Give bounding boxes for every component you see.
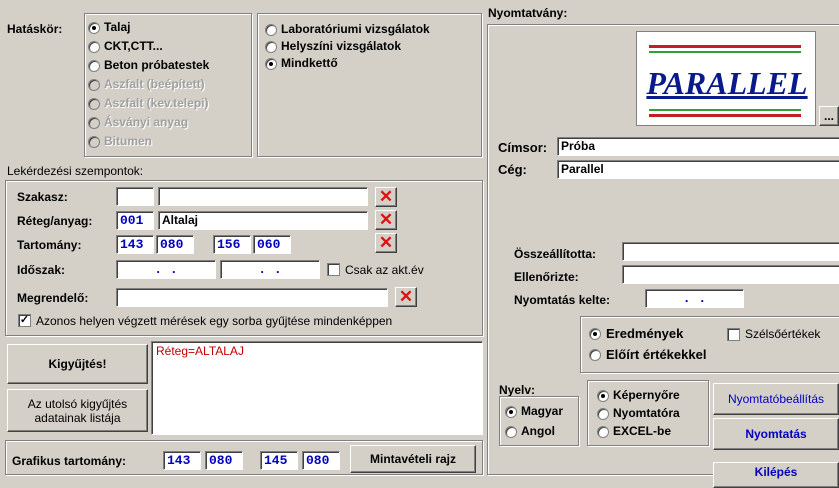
extreme-values-checkbox[interactable]: [727, 328, 740, 341]
logo-browse-button[interactable]: ...: [819, 106, 839, 126]
range-from-km[interactable]: 143: [116, 235, 154, 254]
results-group: [580, 316, 839, 373]
scope-label: Hatáskör:: [7, 22, 63, 36]
period-from-input[interactable]: . .: [116, 260, 216, 279]
header-input[interactable]: Próba: [557, 137, 839, 156]
last-list-button[interactable]: Az utolsó kigyűjtés adatainak listája: [7, 389, 148, 432]
client-clear-button[interactable]: ✕: [395, 287, 417, 307]
range-to-km[interactable]: 156: [213, 235, 251, 254]
current-year-checkbox[interactable]: [327, 263, 340, 276]
criteria-title: Lekérdezési szempontok:: [7, 164, 144, 178]
section-code-input[interactable]: [116, 187, 154, 206]
company-input[interactable]: Parallel: [557, 160, 839, 179]
section-clear-button[interactable]: ✕: [375, 187, 397, 207]
print-title: Nyomtatvány:: [488, 6, 568, 20]
client-input[interactable]: [116, 288, 388, 307]
logo-text: PARALLEL: [646, 65, 808, 101]
date-input[interactable]: . .: [645, 289, 744, 308]
checked-label: Ellenőrizte:: [514, 270, 579, 284]
period-to-input[interactable]: . .: [220, 260, 320, 279]
graphic-label: Grafikus tartomány:: [12, 454, 127, 468]
same-place-checkbox[interactable]: ✓: [18, 314, 31, 327]
date-label: Nyomtatás kelte:: [514, 293, 611, 307]
exit-button[interactable]: Kilépés: [713, 462, 839, 488]
range-from-m[interactable]: 080: [156, 235, 194, 254]
graphic-to-km[interactable]: 145: [260, 451, 298, 470]
graphic-from-km[interactable]: 143: [163, 451, 201, 470]
print-button[interactable]: Nyomtatás: [713, 418, 839, 450]
section-label: Szakasz:: [17, 190, 68, 204]
range-label: Tartomány:: [17, 238, 82, 252]
range-to-m[interactable]: 060: [253, 235, 291, 254]
sampling-drawing-button[interactable]: Mintavételi rajz: [350, 445, 476, 473]
extreme-values-label: Szélsőértékek: [745, 327, 821, 341]
range-clear-button[interactable]: ✕: [375, 233, 397, 253]
logo-image: PARALLEL: [636, 31, 816, 126]
collect-button[interactable]: Kigyűjtés!: [7, 344, 148, 384]
company-label: Cég:: [498, 162, 527, 177]
graphic-from-m[interactable]: 080: [205, 451, 243, 470]
language-title: Nyelv:: [499, 383, 536, 397]
compiled-input[interactable]: [622, 242, 839, 261]
same-place-label: Azonos helyen végzett mérések egy sorba …: [36, 314, 393, 328]
current-year-label: Csak az akt.év: [345, 263, 424, 277]
layer-clear-button[interactable]: ✕: [375, 210, 397, 230]
printer-setup-button[interactable]: Nyomtatóbeállítás: [713, 383, 839, 415]
result-textarea[interactable]: Réteg=ALTALAJ: [151, 341, 483, 435]
layer-code-input[interactable]: 001: [116, 211, 154, 230]
layer-name-input[interactable]: Altalaj: [158, 211, 368, 230]
client-label: Megrendelő:: [17, 291, 89, 305]
section-name-input[interactable]: [158, 187, 368, 206]
graphic-to-m[interactable]: 080: [302, 451, 340, 470]
compiled-label: Összeállította:: [514, 247, 597, 261]
period-label: Időszak:: [17, 263, 66, 277]
checked-input[interactable]: [622, 265, 839, 284]
layer-label: Réteg/anyag:: [17, 214, 93, 228]
header-label: Címsor:: [498, 140, 548, 155]
